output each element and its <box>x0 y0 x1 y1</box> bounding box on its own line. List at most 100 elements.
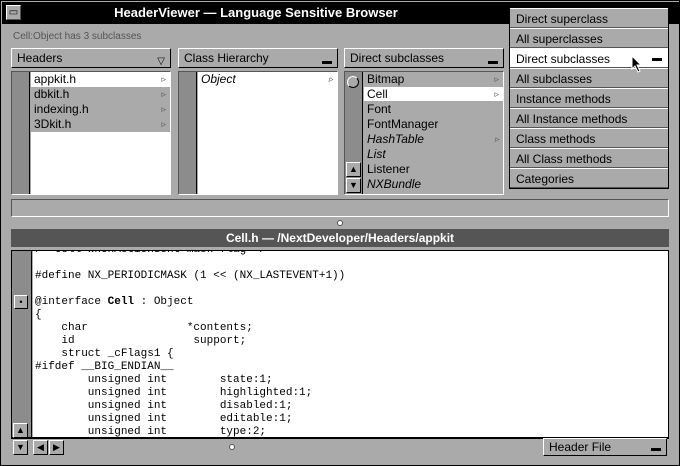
file-path-bar: Cell.h — /NextDeveloper/Headers/appkit <box>11 229 669 247</box>
mouse-cursor-icon <box>631 55 643 73</box>
headers-list: appkit.h ▹ dbkit.h ▹ indexing.h ▹ 3Dkit.h ▹ <box>31 72 170 194</box>
direct-subclasses-popup-label: Direct subclasses <box>350 51 445 65</box>
submenu-arrow-icon: ▹ <box>161 119 166 129</box>
editor-bottom-bar: ▼ ◀ ▶ Header File ▬ <box>11 438 669 456</box>
list-item-label: indexing.h <box>34 102 89 116</box>
headers-popup[interactable]: Headers ▽ <box>11 48 171 68</box>
list-item[interactable]: List <box>364 147 503 162</box>
class-hierarchy-column: Object ▹ <box>178 71 338 195</box>
menu-item-direct-superclass[interactable]: Direct superclass <box>510 8 668 28</box>
list-item-label: 3Dkit.h <box>34 117 72 131</box>
header-file-popup[interactable]: Header File ▬ <box>543 438 667 456</box>
scroll-up-icon[interactable]: ▲ <box>346 162 361 177</box>
code-line: #ifdef __BIG_ENDIAN__ <box>35 361 174 373</box>
list-item-label: HashTable <box>367 132 424 146</box>
class-hierarchy-popup-label: Class Hierarchy <box>184 51 269 65</box>
list-item[interactable]: NXBundle <box>364 177 503 192</box>
subclasses-scrollbar[interactable]: ▲ ▼ <box>345 72 363 194</box>
scroll-up-icon[interactable]: ▲ <box>13 423 28 438</box>
code-line: unsigned int highlighted:1; <box>35 387 313 399</box>
miniaturize-icon[interactable]: ▭ <box>6 5 21 20</box>
list-item[interactable]: Bitmap ▹ <box>364 72 503 87</box>
list-item-label: NXBundle <box>367 177 422 191</box>
submenu-arrow-icon: ▹ <box>494 134 499 144</box>
list-item[interactable]: Font <box>364 102 503 117</box>
code-line: unsigned int state:1; <box>35 374 273 386</box>
submenu-arrow-icon: ▹ <box>328 74 333 84</box>
horizontal-scroll-knob[interactable] <box>229 444 235 450</box>
scroll-down-icon[interactable]: ▼ <box>346 178 361 193</box>
menu-item-label: All Instance methods <box>516 112 628 126</box>
menu-item-all-instance-methods[interactable]: All Instance methods <box>510 108 668 128</box>
code-line: struct _cFlags1 { <box>35 348 174 360</box>
split-view-dimple[interactable] <box>337 220 343 226</box>
popup-triangle-icon: ▽ <box>157 56 165 67</box>
list-item[interactable]: dbkit.h ▹ <box>31 87 170 102</box>
list-item-label: List <box>367 147 386 161</box>
editor-scrollbar[interactable]: • ▲ <box>12 251 32 438</box>
menu-item-instance-methods[interactable]: Instance methods <box>510 88 668 108</box>
menu-item-categories[interactable]: Categories <box>510 168 668 188</box>
code-line: char *contents; <box>35 322 253 334</box>
class-hierarchy-popup[interactable]: Class Hierarchy ▬ <box>178 48 338 68</box>
scroll-right-icon[interactable]: ▶ <box>49 440 64 455</box>
headers-column: appkit.h ▹ dbkit.h ▹ indexing.h ▹ 3Dkit.h ▹ <box>11 71 171 195</box>
class-hierarchy-list: Object ▹ <box>198 72 337 194</box>
menu-item-all-superclasses[interactable]: All superclasses <box>510 28 668 48</box>
pulldown-icon: ▬ <box>651 443 661 454</box>
submenu-arrow-icon: ▹ <box>161 74 166 84</box>
header-file-popup-label: Header File <box>549 440 612 454</box>
list-item-label: Object <box>201 72 236 86</box>
code-line: #define NX_PERIODICMASK (1 << (NX_LASTEV… <box>35 270 346 282</box>
list-item[interactable]: Object ▹ <box>198 72 337 87</box>
list-item[interactable]: HashTable ▹ <box>364 132 503 147</box>
list-item-selected[interactable]: Cell ▹ <box>364 87 503 102</box>
browse-mode-menu: Direct superclass All superclasses Direc… <box>509 7 669 189</box>
submenu-arrow-icon: ▹ <box>161 89 166 99</box>
list-item[interactable]: indexing.h ▹ <box>31 102 170 117</box>
pulldown-icon: ▬ <box>488 56 498 67</box>
scroll-down-icon[interactable]: ▼ <box>13 440 28 455</box>
list-item-label: Bitmap <box>367 72 405 86</box>
code-line: { <box>35 309 42 321</box>
list-item-label: dbkit.h <box>34 87 70 101</box>
scroll-left-icon[interactable]: ◀ <box>33 440 48 455</box>
list-item-label: Cell <box>367 87 388 101</box>
headers-popup-label: Headers <box>17 51 63 65</box>
pulldown-icon: ▬ <box>322 56 332 67</box>
menu-item-label: Categories <box>516 172 575 186</box>
list-item[interactable]: appkit.h ▹ <box>31 72 170 87</box>
menu-item-class-methods[interactable]: Class methods <box>510 128 668 148</box>
subclasses-column: ▲ ▼ Bitmap ▹ Cell ▹ Font FontManager HashT… <box>344 71 504 195</box>
menu-item-label: All subclasses <box>516 72 593 86</box>
browser-horizontal-scroller[interactable] <box>11 199 669 217</box>
submenu-arrow-icon: ▹ <box>494 74 499 84</box>
code-text-area[interactable]: /* Cell whenActionSent mask flag */ #def… <box>33 251 668 437</box>
headers-scrollbar[interactable] <box>12 72 30 194</box>
menu-item-label: Instance methods <box>516 92 611 106</box>
list-item-label: Listener <box>367 162 410 176</box>
header-viewer-window: HeaderViewer — Language Sensitive Browse… <box>0 0 680 466</box>
menu-item-label: Direct subclasses <box>516 52 611 66</box>
menu-item-label: Direct superclass <box>516 12 609 26</box>
code-line: unsigned int disabled:1; <box>35 400 293 412</box>
class-hierarchy-scrollbar[interactable] <box>179 72 197 194</box>
scroll-knob[interactable]: • <box>14 295 28 309</box>
window-title: HeaderViewer — Language Sensitive Browse… <box>114 5 398 20</box>
list-item[interactable]: FontManager <box>364 117 503 132</box>
submenu-arrow-icon: ▹ <box>161 104 166 114</box>
menu-item-all-class-methods[interactable]: All Class methods <box>510 148 668 168</box>
list-item-label: appkit.h <box>34 72 77 86</box>
code-line: id support; <box>35 335 247 347</box>
list-item[interactable]: Listener <box>364 162 503 177</box>
code-line: unsigned int type:2; <box>35 426 267 437</box>
code-line: unsigned int editable:1; <box>35 413 293 425</box>
scroll-knob[interactable] <box>347 76 359 88</box>
status-text: Cell:Object has 3 subclasses <box>13 31 142 42</box>
list-item[interactable]: 3Dkit.h ▹ <box>31 117 170 132</box>
direct-subclasses-popup[interactable]: Direct subclasses ▬ <box>344 48 504 68</box>
subclasses-list: Bitmap ▹ Cell ▹ Font FontManager HashTable… <box>364 72 503 194</box>
list-item-label: Font <box>367 102 392 116</box>
list-item-label: FontManager <box>367 117 439 131</box>
